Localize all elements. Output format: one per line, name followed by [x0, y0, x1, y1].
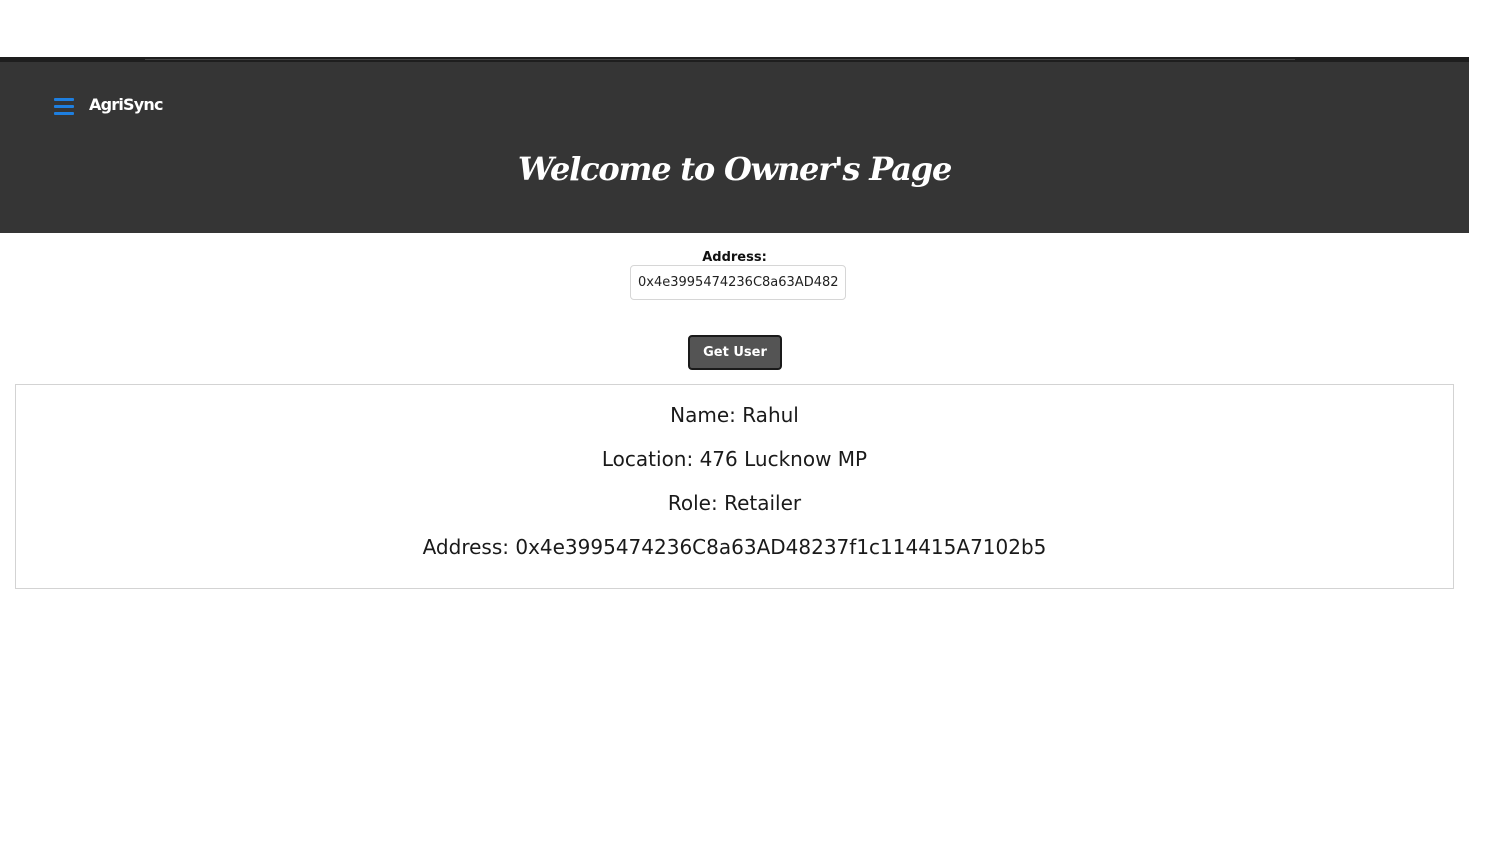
- page-title: Welcome to Owner's Page: [517, 150, 952, 188]
- address-input[interactable]: [630, 265, 846, 300]
- user-address: Address: 0x4e3995474236C8a63AD48237f1c11…: [422, 535, 1047, 559]
- get-user-button[interactable]: Get User: [688, 335, 782, 370]
- user-name: Name: Rahul: [670, 403, 799, 427]
- page-header: AgriSync Welcome to Owner's Page: [0, 62, 1469, 233]
- user-details-card: Name: Rahul Location: 476 Lucknow MP Rol…: [15, 384, 1454, 589]
- menu-icon-bar: [54, 112, 74, 115]
- menu-icon-bar: [54, 105, 74, 108]
- top-divider-highlight: [145, 59, 1295, 60]
- user-role: Role: Retailer: [667, 491, 802, 515]
- hamburger-menu-icon[interactable]: [54, 97, 74, 115]
- brand-logo[interactable]: AgriSync: [89, 95, 163, 114]
- user-location: Location: 476 Lucknow MP: [601, 447, 868, 471]
- address-label: Address:: [702, 250, 767, 265]
- menu-icon-bar: [54, 98, 74, 101]
